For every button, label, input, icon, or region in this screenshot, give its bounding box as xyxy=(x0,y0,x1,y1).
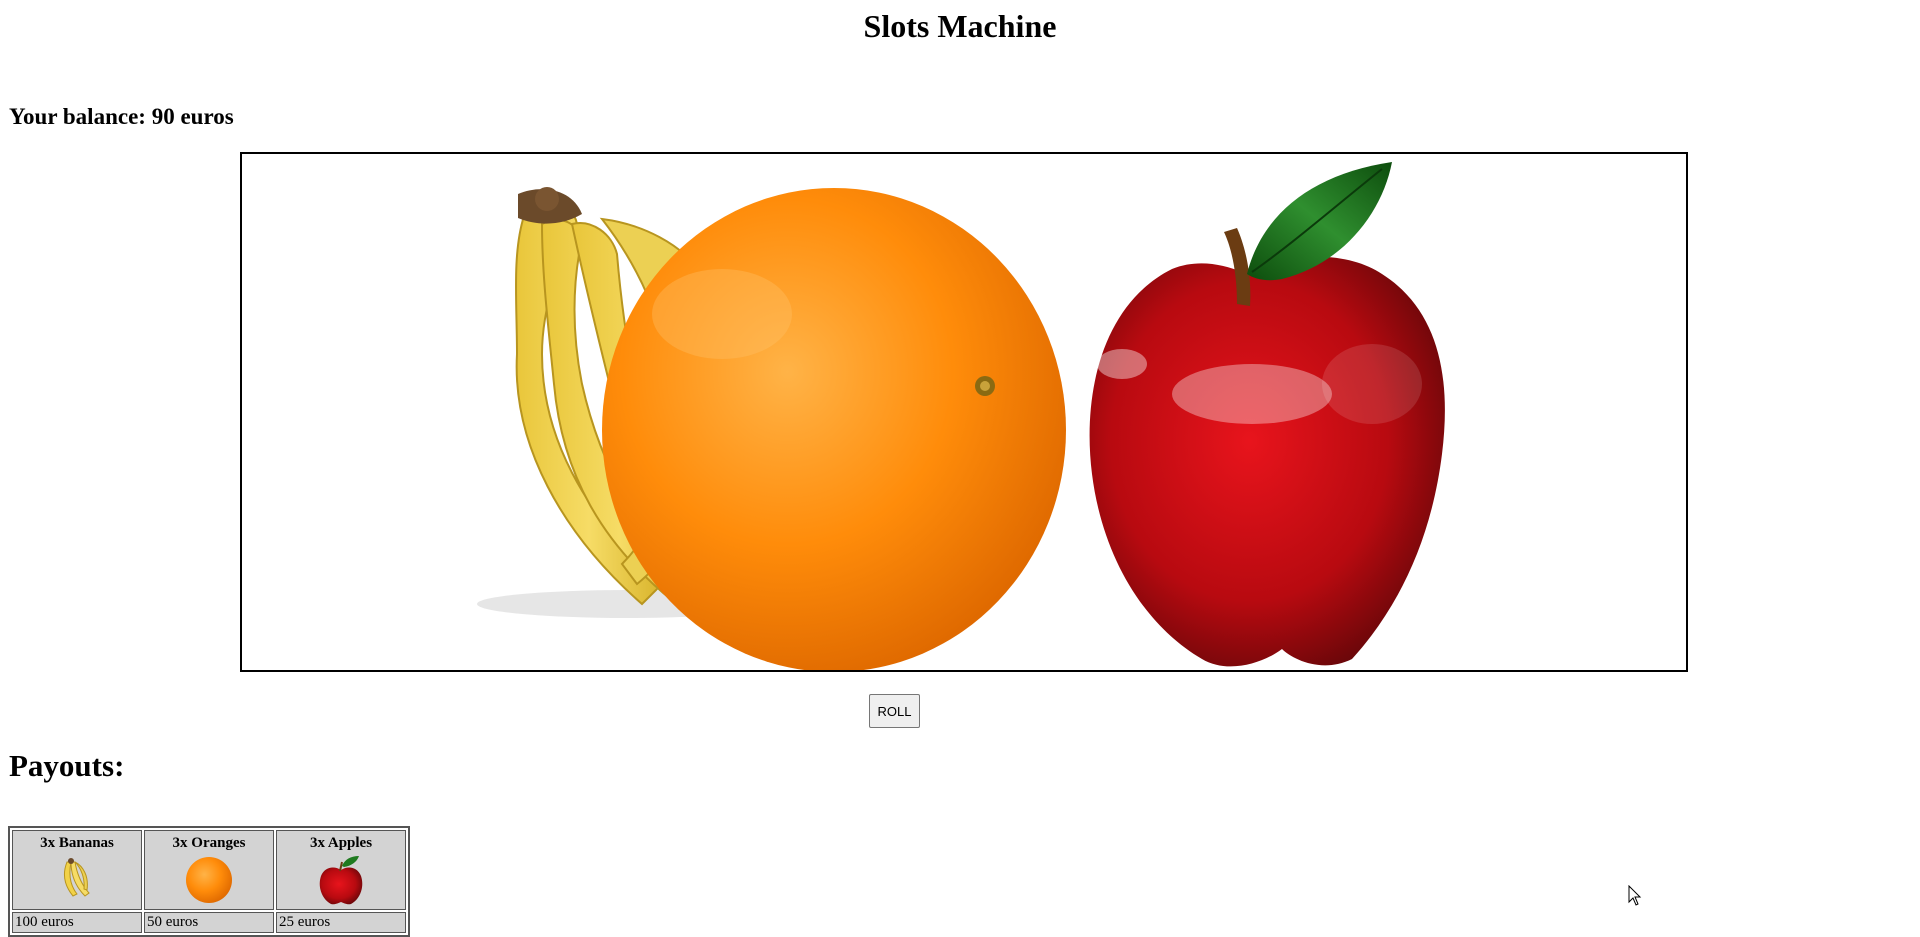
slot-reels xyxy=(240,152,1688,672)
payout-oranges-cell: 3x Oranges xyxy=(144,830,274,910)
reel-orange xyxy=(602,188,1066,670)
payouts-heading: Payouts: xyxy=(9,748,125,783)
reel-apple xyxy=(1089,162,1445,667)
payouts-table: 3x Bananas 3x Oranges 3x Apples 100 euro… xyxy=(8,826,410,937)
page-title: Slots Machine xyxy=(863,8,1057,44)
payout-oranges-label: 3x Oranges xyxy=(172,835,246,851)
roll-button[interactable]: ROLL xyxy=(869,694,920,728)
payouts-reward-row: 100 euros 50 euros 25 euros xyxy=(12,912,406,933)
payout-bananas-cell: 3x Bananas xyxy=(12,830,142,910)
banana-icon xyxy=(64,858,90,897)
payout-oranges-reward: 50 euros xyxy=(144,912,274,933)
apple-icon xyxy=(319,856,363,905)
payout-apples-reward: 25 euros xyxy=(276,912,406,933)
payout-apples-cell: 3x Apples xyxy=(276,830,406,910)
payout-bananas-label: 3x Bananas xyxy=(40,835,114,851)
mouse-cursor-icon xyxy=(1628,885,1642,906)
balance-display: Your balance: 90 euros xyxy=(9,104,234,129)
orange-icon xyxy=(186,857,232,903)
payouts-header-row: 3x Bananas 3x Oranges 3x Apples xyxy=(12,830,406,910)
payout-bananas-reward: 100 euros xyxy=(12,912,142,933)
reel-images xyxy=(477,162,1445,670)
payout-apples-label: 3x Apples xyxy=(309,835,373,851)
